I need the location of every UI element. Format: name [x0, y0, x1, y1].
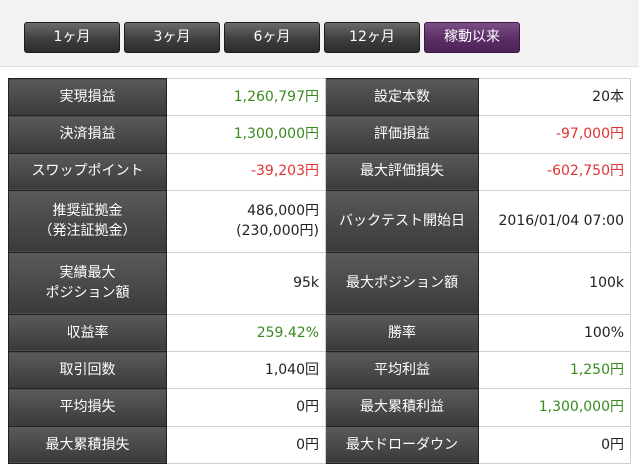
- max-drawdown-value: 0円: [478, 425, 631, 465]
- max-cum-loss-label: 最大累積損失: [8, 425, 167, 465]
- max-position-value: 100k: [478, 251, 631, 315]
- realized-pl-value: 1,260,797円: [166, 77, 326, 117]
- max-cum-loss-value: 0円: [166, 425, 326, 465]
- max-position-actual-value: 95k: [166, 251, 326, 315]
- tab-3-months[interactable]: 3ヶ月: [124, 22, 220, 53]
- avg-profit-value: 1,250円: [478, 351, 631, 390]
- table-row: 収益率 259.42% 勝率 100%: [8, 313, 631, 353]
- max-unrealized-loss-value: -602,750円: [478, 152, 631, 191]
- table-row: 平均損失 0円 最大累積利益 1,300,000円: [8, 388, 631, 427]
- trade-count-value: 1,040回: [166, 351, 326, 390]
- table-row: 取引回数 1,040回 平均利益 1,250円: [8, 351, 631, 390]
- swap-points-value: -39,203円: [166, 152, 326, 191]
- max-unrealized-loss-label: 最大評価損失: [325, 152, 479, 191]
- avg-profit-label: 平均利益: [325, 351, 479, 390]
- unrealized-pl-label: 評価損益: [325, 115, 479, 154]
- max-position-label: 最大ポジション額: [325, 251, 479, 315]
- table-row: 決済損益 1,300,000円 評価損益 -97,000円: [8, 115, 631, 154]
- backtest-start-value: 2016/01/04 07:00: [478, 189, 631, 253]
- order-units-value: 20本: [478, 77, 631, 117]
- period-tab-bar: 1ヶ月 3ヶ月 6ヶ月 12ヶ月 稼動以来: [0, 0, 639, 67]
- max-cum-profit-value: 1,300,000円: [478, 388, 631, 427]
- return-rate-label: 収益率: [8, 313, 167, 353]
- tab-since-start[interactable]: 稼動以来: [424, 22, 520, 53]
- tab-6-months[interactable]: 6ヶ月: [224, 22, 320, 53]
- realized-pl-label: 実現損益: [8, 77, 167, 117]
- recommended-margin-value-line1: 486,000円: [247, 203, 319, 219]
- max-position-actual-label-line2: ポジション額: [45, 285, 130, 302]
- unrealized-pl-value: -97,000円: [478, 115, 631, 154]
- recommended-margin-value: 486,000円 (230,000円): [166, 189, 326, 253]
- recommended-margin-label-line2: （発注証拠金）: [38, 223, 137, 240]
- swap-points-label: スワップポイント: [8, 152, 167, 191]
- tab-1-month[interactable]: 1ヶ月: [24, 22, 120, 53]
- table-row: スワップポイント -39,203円 最大評価損失 -602,750円: [8, 152, 631, 191]
- avg-loss-value: 0円: [166, 388, 326, 427]
- tab-12-months[interactable]: 12ヶ月: [324, 22, 420, 53]
- trade-count-label: 取引回数: [8, 351, 167, 390]
- order-units-label: 設定本数: [325, 77, 479, 117]
- win-rate-label: 勝率: [325, 313, 479, 353]
- performance-stats-table: 実現損益 1,260,797円 設定本数 20本 決済損益 1,300,000円…: [8, 77, 631, 465]
- table-row: 最大累積損失 0円 最大ドローダウン 0円: [8, 425, 631, 465]
- max-position-actual-label: 実績最大 ポジション額: [8, 251, 167, 315]
- avg-loss-label: 平均損失: [8, 388, 167, 427]
- return-rate-value: 259.42%: [166, 313, 326, 353]
- recommended-margin-label: 推奨証拠金 （発注証拠金）: [8, 189, 167, 253]
- table-row: 実現損益 1,260,797円 設定本数 20本: [8, 77, 631, 117]
- backtest-start-label: バックテスト開始日: [325, 189, 479, 253]
- win-rate-value: 100%: [478, 313, 631, 353]
- recommended-margin-label-line1: 推奨証拠金: [52, 203, 123, 219]
- recommended-margin-value-line2: (230,000円): [236, 223, 319, 240]
- table-row: 推奨証拠金 （発注証拠金） 486,000円 (230,000円) バックテスト…: [8, 189, 631, 253]
- max-position-actual-label-line1: 実績最大: [59, 265, 116, 282]
- table-row: 実績最大 ポジション額 95k 最大ポジション額 100k: [8, 251, 631, 315]
- settled-pl-value: 1,300,000円: [166, 115, 326, 154]
- max-drawdown-label: 最大ドローダウン: [325, 425, 479, 465]
- max-cum-profit-label: 最大累積利益: [325, 388, 479, 427]
- settled-pl-label: 決済損益: [8, 115, 167, 154]
